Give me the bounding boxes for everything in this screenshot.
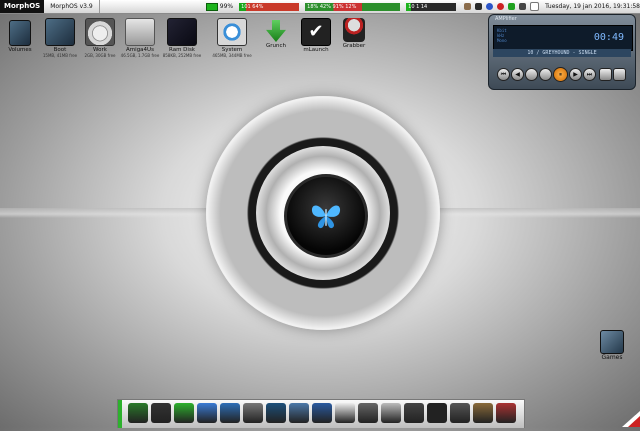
magician-hat-icon [343, 18, 365, 42]
hard-disk-icon [85, 18, 115, 46]
previous-button[interactable]: ⏮ [497, 68, 510, 81]
menu-bar: MorphOS MorphOS v3.9 99% 101 64% 18% 42%… [0, 0, 640, 14]
power-icon[interactable] [497, 3, 505, 10]
clock-icon[interactable] [381, 403, 401, 423]
volumes-icon[interactable]: Volumes [0, 20, 40, 53]
ram-disk-icon[interactable]: Ram Disk 858KB, 252MB free [162, 18, 202, 58]
volumes-icon-image [9, 20, 31, 46]
gear-icon[interactable] [358, 403, 378, 423]
image-icon[interactable] [289, 403, 309, 423]
cpu-meter: 101 64% [239, 2, 300, 11]
system-disk-icon [217, 18, 247, 46]
player-info: Kbit kHz Mono [497, 28, 507, 43]
skull-icon[interactable] [335, 403, 355, 423]
green-arrow-icon [266, 20, 286, 42]
stop-button[interactable] [539, 68, 552, 81]
magnifier-icon[interactable] [312, 403, 332, 423]
memory-meter: 18% 42% 91% 12% [305, 2, 401, 11]
pause-button[interactable]: ⏸ [553, 67, 568, 82]
keyboard-icon[interactable] [450, 403, 470, 423]
morphos-logo[interactable]: MorphOS [0, 0, 45, 13]
battery-percent: 99% [219, 3, 234, 10]
screen-title: MorphOS v3.9 [44, 0, 100, 13]
dock-handle[interactable] [118, 400, 122, 428]
next-button[interactable]: ⏭ [583, 68, 596, 81]
film-icon[interactable] [473, 403, 493, 423]
play-button[interactable]: ▶ [569, 68, 582, 81]
player-track-title: 10 / GREYHOUND - SINGLE [493, 49, 631, 57]
player-display: Kbit kHz Mono 00:49 [493, 25, 633, 51]
printer-icon[interactable] [243, 403, 263, 423]
shuffle-button[interactable] [599, 68, 612, 81]
speaker-tray-icon[interactable] [519, 3, 527, 10]
player-time: 00:49 [593, 32, 624, 43]
battery-icon [205, 2, 218, 11]
iconify-corner-icon[interactable] [622, 411, 640, 427]
media-player[interactable]: AMPlifier Kbit kHz Mono 00:49 10 / GREYH… [488, 14, 636, 90]
clock[interactable]: Tuesday, 19 jan 2016, 19:31:58 [545, 3, 640, 10]
eject-button[interactable] [525, 68, 538, 81]
globe-icon[interactable] [220, 403, 240, 423]
monitor-icon[interactable] [266, 403, 286, 423]
speaker-icon[interactable] [404, 403, 424, 423]
amiga4us-drive-icon[interactable]: Amiga4Us 46.5GB, 1.7GB free [120, 18, 160, 58]
grabber-icon[interactable] [496, 403, 516, 423]
download-icon[interactable] [174, 403, 194, 423]
boot-drive-image [45, 18, 75, 46]
system-tray [464, 2, 540, 11]
workbench-icon[interactable] [128, 403, 148, 423]
games-drawer-icon[interactable]: Games [595, 330, 629, 361]
battery-indicator: 99% [205, 2, 234, 11]
compass-icon[interactable] [197, 403, 217, 423]
user-icon[interactable] [464, 3, 472, 10]
butterfly-icon [311, 205, 341, 229]
equalizer-icon[interactable] [427, 403, 447, 423]
logo-core [284, 174, 368, 258]
network-meter: 10 1 14 [406, 2, 457, 11]
mlaunch-icon[interactable]: ✔ mLaunch [296, 18, 336, 53]
grunch-icon[interactable]: Grunch [256, 20, 296, 49]
floppy-disk-icon [125, 18, 155, 46]
player-title: AMPlifier [495, 16, 517, 22]
boot-drive-icon[interactable]: Boot 15MB, 41MB free [40, 18, 80, 58]
rewind-button[interactable]: ◀ [511, 68, 524, 81]
dock [117, 399, 525, 428]
filer-icon[interactable] [151, 403, 171, 423]
morphos-center-logo [206, 96, 440, 330]
calendar-icon[interactable] [530, 2, 540, 11]
system-drive-icon[interactable]: System 465MB, 344MB free [212, 18, 252, 58]
ram-chip-icon [167, 18, 197, 46]
network-icon[interactable] [475, 3, 483, 10]
bluetooth-icon[interactable] [486, 3, 494, 10]
drawer-icon [600, 330, 624, 354]
check-mark-icon: ✔ [301, 18, 331, 46]
grabber-icon[interactable]: Grabber [334, 18, 374, 49]
status-green-icon[interactable] [508, 3, 516, 10]
repeat-button[interactable] [613, 68, 626, 81]
work-drive-icon[interactable]: Work 2GB, 30GB free [80, 18, 120, 58]
